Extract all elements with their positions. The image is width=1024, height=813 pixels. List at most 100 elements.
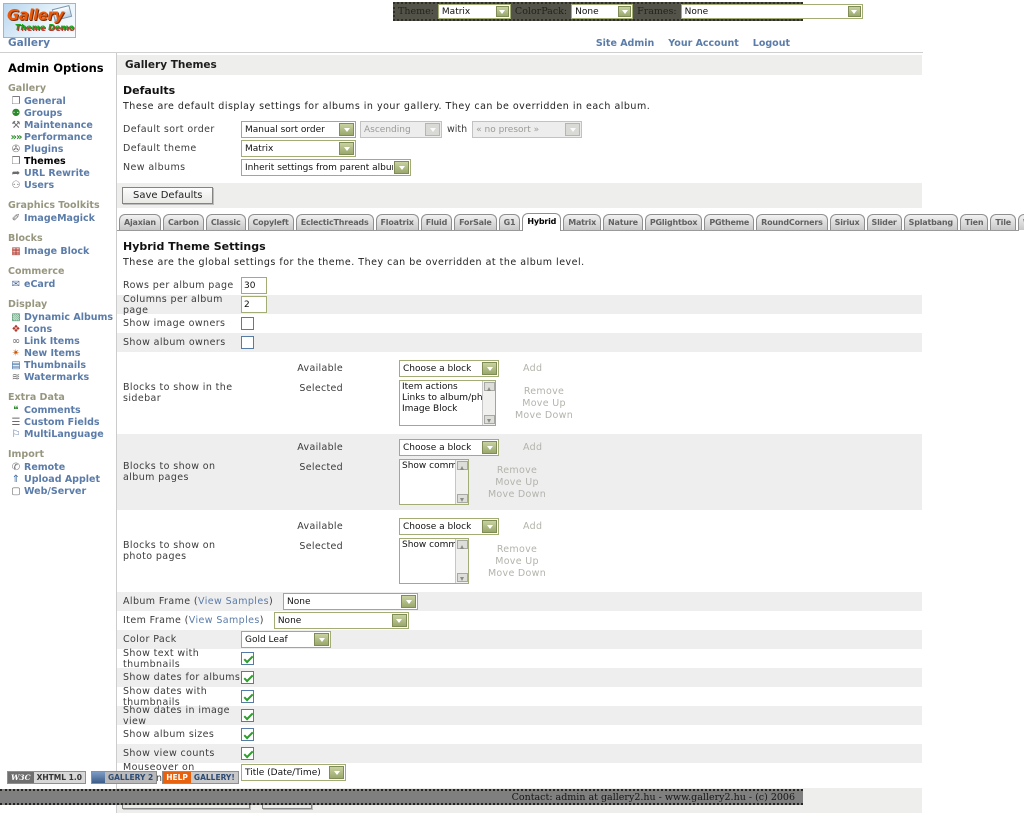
tab-fluid[interactable]: Fluid <box>421 214 452 230</box>
sidebar-item-plugins[interactable]: ✇Plugins <box>8 144 116 156</box>
tab-carbon[interactable]: Carbon <box>163 214 204 230</box>
move-down-button[interactable]: Move Down <box>488 489 546 500</box>
sidebar-item-themes[interactable]: ❒Themes <box>8 156 116 168</box>
sidebar-item-web-server[interactable]: ▢Web/Server <box>8 486 116 498</box>
w3c-xhtml-badge[interactable]: W3CXHTML 1.0 <box>7 771 86 784</box>
scroll-down-icon[interactable] <box>484 415 495 424</box>
sidebar-item-multilanguage[interactable]: ⚐MultiLanguage <box>8 429 116 441</box>
show-text-thumbnails-checkbox[interactable] <box>241 652 254 665</box>
list-item[interactable]: Show comments <box>402 540 453 551</box>
tab-floatrix[interactable]: Floatrix <box>376 214 419 230</box>
tab-pglightbox[interactable]: PGlightbox <box>645 214 703 230</box>
colorpack-select[interactable]: None <box>571 4 633 19</box>
gallery2-badge[interactable]: GALLERY 2 <box>91 771 157 784</box>
remove-button[interactable]: Remove <box>497 465 537 476</box>
sidebar-item-general[interactable]: ❐General <box>8 96 116 108</box>
sort-order-select[interactable]: Manual sort order <box>241 121 356 138</box>
move-up-button[interactable]: Move Up <box>495 556 539 567</box>
color-pack-select[interactable]: Gold Leaf <box>241 631 331 648</box>
scrollbar[interactable] <box>455 539 468 583</box>
sidebar-item-url-rewrite[interactable]: ➦URL Rewrite <box>8 168 116 180</box>
move-up-button[interactable]: Move Up <box>495 477 539 488</box>
list-item[interactable]: Item actions <box>402 382 480 393</box>
list-item[interactable]: Image Block <box>402 404 480 415</box>
scroll-up-icon[interactable] <box>457 461 468 470</box>
remove-button[interactable]: Remove <box>497 544 537 555</box>
your-account-link[interactable]: Your Account <box>668 38 739 49</box>
view-samples-link[interactable]: View Samples <box>189 615 260 626</box>
tab-tile[interactable]: Tile <box>990 214 1016 230</box>
sidebar-item-watermarks[interactable]: ≋Watermarks <box>8 372 116 384</box>
tab-nature[interactable]: Nature <box>603 214 643 230</box>
show-album-sizes-checkbox[interactable] <box>241 728 254 741</box>
logout-link[interactable]: Logout <box>753 38 790 49</box>
default-theme-select[interactable]: Matrix <box>241 140 356 157</box>
sidebar-item-upload-applet[interactable]: ⇑Upload Applet <box>8 474 116 486</box>
show-dates-thumbnails-checkbox[interactable] <box>241 690 254 703</box>
tab-ajaxian[interactable]: Ajaxian <box>119 214 161 230</box>
show-dates-albums-checkbox[interactable] <box>241 671 254 684</box>
sidebar-item-thumbnails[interactable]: ▤Thumbnails <box>8 360 116 372</box>
add-button[interactable]: Add <box>523 360 542 374</box>
scroll-up-icon[interactable] <box>457 540 468 549</box>
tab-hybrid[interactable]: Hybrid <box>522 213 561 231</box>
tab-tien[interactable]: Tien <box>960 214 989 230</box>
selected-blocks-list[interactable]: Item actions Links to album/photo peers … <box>399 380 496 426</box>
list-item[interactable]: Show comments <box>402 461 453 472</box>
tab-copyleft[interactable]: Copyleft <box>248 214 294 230</box>
site-admin-link[interactable]: Site Admin <box>596 38 654 49</box>
tab-classic[interactable]: Classic <box>206 214 246 230</box>
list-item[interactable]: Links to album/photo peers <box>402 393 480 404</box>
tab-slider[interactable]: Slider <box>867 214 902 230</box>
mouseover-select[interactable]: Title (Date/Time) <box>241 764 346 781</box>
scroll-down-icon[interactable] <box>457 494 468 503</box>
available-blocks-select[interactable]: Choose a block <box>399 439 499 456</box>
tab-pgtheme[interactable]: PGtheme <box>704 214 754 230</box>
show-album-owners-checkbox[interactable] <box>241 336 254 349</box>
sidebar-item-users[interactable]: ⚇Users <box>8 180 116 192</box>
move-down-button[interactable]: Move Down <box>515 410 573 421</box>
frames-select[interactable]: None <box>681 4 863 19</box>
show-dates-image-view-checkbox[interactable] <box>241 709 254 722</box>
available-blocks-select[interactable]: Choose a block <box>399 518 499 535</box>
sidebar-item-icons[interactable]: ❖Icons <box>8 324 116 336</box>
sidebar-item-remote[interactable]: ✆Remote <box>8 462 116 474</box>
theme-select[interactable]: Matrix <box>438 4 511 19</box>
sidebar-item-maintenance[interactable]: ⚒Maintenance <box>8 120 116 132</box>
tab-splatbang[interactable]: Splatbang <box>904 214 958 230</box>
tab-wordpressembedded[interactable]: WordpressEmbedded <box>1018 214 1024 230</box>
view-samples-link[interactable]: View Samples <box>198 596 269 607</box>
columns-per-page-input[interactable] <box>241 296 267 313</box>
add-button[interactable]: Add <box>523 518 542 532</box>
help-gallery-badge[interactable]: HELPGALLERY! <box>162 771 239 784</box>
scroll-down-icon[interactable] <box>457 573 468 582</box>
scroll-up-icon[interactable] <box>484 382 495 391</box>
show-image-owners-checkbox[interactable] <box>241 317 254 330</box>
show-view-counts-checkbox[interactable] <box>241 747 254 760</box>
sidebar-item-new-items[interactable]: ✴New Items <box>8 348 116 360</box>
tab-forsale[interactable]: ForSale <box>454 214 497 230</box>
selected-blocks-list[interactable]: Show comments <box>399 538 469 584</box>
tab-eclecticthreads[interactable]: EclecticThreads <box>296 214 374 230</box>
sidebar-item-performance[interactable]: »»Performance <box>8 132 116 144</box>
scrollbar[interactable] <box>455 460 468 504</box>
sidebar-item-image-block[interactable]: ▦Image Block <box>8 246 116 258</box>
available-blocks-select[interactable]: Choose a block <box>399 360 499 377</box>
tab-matrix[interactable]: Matrix <box>563 214 601 230</box>
sidebar-item-dynamic-albums[interactable]: ▧Dynamic Albums <box>8 312 116 324</box>
tab-g1[interactable]: G1 <box>499 214 521 230</box>
tab-roundcorners[interactable]: RoundCorners <box>756 214 828 230</box>
item-frame-select[interactable]: None <box>274 612 409 629</box>
new-albums-select[interactable]: Inherit settings from parent album <box>241 159 411 176</box>
gallery-logo[interactable]: Gallery Theme Demo <box>3 3 76 38</box>
album-frame-select[interactable]: None <box>283 593 418 610</box>
add-button[interactable]: Add <box>523 439 542 453</box>
move-down-button[interactable]: Move Down <box>488 568 546 579</box>
selected-blocks-list[interactable]: Show comments <box>399 459 469 505</box>
sidebar-item-imagemagick[interactable]: ✐ImageMagick <box>8 213 116 225</box>
move-up-button[interactable]: Move Up <box>522 398 566 409</box>
sidebar-item-groups[interactable]: ⚉Groups <box>8 108 116 120</box>
rows-per-page-input[interactable] <box>241 277 267 294</box>
sidebar-item-comments[interactable]: ❝Comments <box>8 405 116 417</box>
breadcrumb[interactable]: Gallery <box>8 37 50 49</box>
